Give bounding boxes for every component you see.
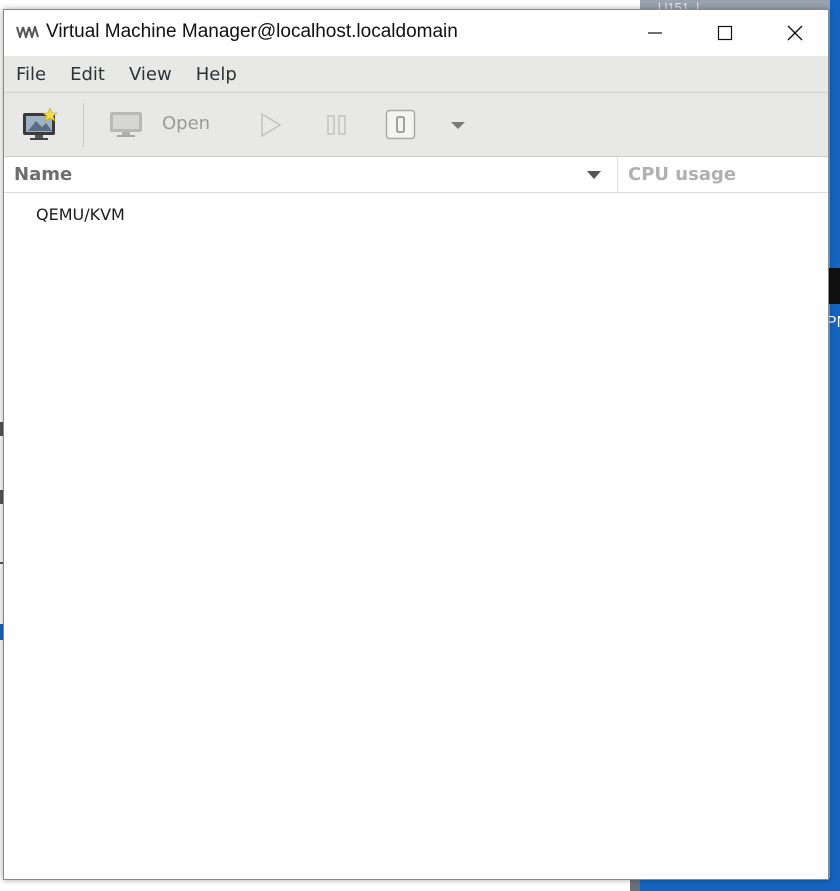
toolbar: Open [4, 93, 828, 157]
chevron-down-icon [451, 122, 465, 129]
menu-file[interactable]: File [16, 64, 46, 85]
background-dark-strip [828, 268, 840, 304]
menu-help[interactable]: Help [196, 64, 237, 85]
virt-manager-app-icon [16, 26, 39, 38]
maximize-icon [717, 25, 733, 41]
close-icon [787, 25, 803, 41]
maximize-button[interactable] [690, 10, 760, 56]
column-header-cpu-usage[interactable]: CPU usage [628, 164, 736, 185]
menu-bar: File Edit View Help [4, 56, 828, 93]
open-vm-button[interactable] [106, 107, 146, 143]
shutdown-menu-button[interactable] [444, 113, 472, 137]
run-button[interactable] [256, 109, 286, 141]
virt-manager-window: Virtual Machine Manager@localhost.locald… [3, 9, 829, 880]
list-column-header: Name CPU usage [4, 157, 828, 193]
new-vm-icon [23, 107, 58, 140]
sort-down-icon[interactable] [586, 169, 602, 181]
minimize-icon [648, 32, 662, 34]
window-title: Virtual Machine Manager@localhost.locald… [46, 21, 458, 42]
title-bar[interactable]: Virtual Machine Manager@localhost.locald… [4, 10, 828, 56]
column-divider[interactable] [617, 157, 618, 193]
toolbar-separator [83, 103, 84, 147]
monitor-icon [110, 112, 142, 137]
new-vm-button[interactable] [18, 105, 62, 145]
open-button-label[interactable]: Open [162, 113, 210, 134]
connection-list[interactable]: QEMU/KVM [4, 193, 828, 879]
close-button[interactable] [760, 10, 828, 56]
shutdown-button[interactable] [385, 109, 416, 140]
pause-button[interactable] [322, 109, 352, 141]
shutdown-icon [385, 109, 416, 140]
pause-icon [327, 115, 346, 135]
connection-name: QEMU/KVM [36, 205, 125, 224]
column-header-name[interactable]: Name [14, 164, 72, 185]
play-icon [261, 112, 282, 138]
menu-edit[interactable]: Edit [70, 64, 105, 85]
list-item[interactable]: QEMU/KVM [4, 193, 828, 233]
minimize-button[interactable] [620, 10, 690, 56]
menu-view[interactable]: View [129, 64, 172, 85]
